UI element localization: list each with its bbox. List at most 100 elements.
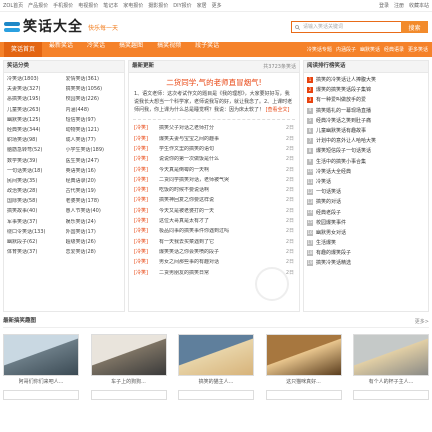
picture-thumb[interactable] [265,390,342,400]
nav-item-cold-jokes[interactable]: 冷笑话 [80,42,112,57]
category-link[interactable]: 古代笑话(19) [66,188,122,198]
list-item[interactable]: [冷笑] 吃饭的时候不要说话啊 2日 [129,185,299,195]
featured-joke-title[interactable]: 二货同学,气的老师直冒烟气! [129,78,299,87]
picture-thumb[interactable] [3,390,79,400]
category-link[interactable]: 体育笑话(37) [7,249,63,259]
ranking-item[interactable]: 8 爆笑短信段子一句话笑话 [304,146,428,156]
ranking-item[interactable]: 9 生活中的搞笑小事合集 [304,157,428,167]
picture-thumb[interactable] [3,334,79,376]
picture-card[interactable]: 有个人的杯子主人... [353,334,429,387]
picture-caption[interactable]: 车子上的狗狗... [91,379,167,387]
nav-item-latest[interactable]: 最新笑话 [42,42,80,57]
category-link[interactable]: 军事笑话(37) [7,219,63,229]
category-link[interactable]: 职场笑话(98) [7,137,63,147]
ranking-item[interactable]: 10 冷笑话大全经典 [304,167,428,177]
search-button[interactable]: 搜索 [401,21,428,33]
category-link[interactable]: 老婆笑话(178) [66,198,122,208]
list-item[interactable]: [冷笑] 这位大哥真是太有才了 2日 [129,216,299,226]
ranking-item[interactable]: 19 搞笑冷笑话精选 [304,258,428,268]
ranking-item[interactable]: 18 有趣的爆笑段子 [304,248,428,258]
picture-thumb[interactable] [178,334,254,376]
top-link[interactable]: 家电报价 [123,3,143,9]
category-link[interactable]: 经典笑话(344) [7,127,63,137]
nav-sub-link[interactable]: 幽默笑话 [360,47,380,53]
list-item[interactable]: [冷笑] 有一天我去买菜遇到了它 2日 [129,237,299,247]
top-link[interactable]: 电视报价 [78,3,98,9]
top-link[interactable]: 家居 [197,3,207,9]
ranking-item[interactable]: 7 计划中的意外让人哈哈大笑 [304,136,428,146]
ranking-item[interactable]: 17 生活爆笑 [304,238,428,248]
category-link[interactable]: 愚人节笑话(40) [66,208,122,218]
nav-sub-link[interactable]: 更多笑话 [408,47,428,53]
joke-title[interactable]: 爆笑笑话之你会笑喷的段子 [159,249,282,255]
joke-title[interactable]: 有一天我去买菜遇到了它 [159,239,282,245]
ranking-item[interactable]: 15 校园爆笑事件 [304,218,428,228]
category-link[interactable]: 搞笑笑话(1056) [66,86,122,96]
list-item[interactable]: [冷笑] 学生作文里的搞笑的语句 2日 [129,144,299,154]
joke-title[interactable]: 今天又是被老婆打的一天 [159,208,282,214]
category-link[interactable]: 爱情笑话(361) [66,76,122,86]
picture-card[interactable]: 搞笑的猫主人... [178,334,254,387]
picture-caption[interactable]: 搞笑的猫主人... [178,379,254,387]
top-link[interactable]: DIY报价 [173,3,191,9]
category-link[interactable]: 外国笑话(17) [66,229,122,239]
ranking-item[interactable]: 13 搞笑的对话 [304,197,428,207]
list-item[interactable]: [冷笑] 说说你的第一次做饭是什么 2日 [129,154,299,164]
ranking-item[interactable]: 1 搞笑的冷笑话让人捧腹大笑 [304,75,428,85]
joke-title[interactable]: 学生作文里的搞笑的语句 [159,146,282,152]
category-link[interactable]: 短信笑话(97) [66,117,122,127]
joke-title[interactable]: 吃饭的时候不要说话啊 [159,187,282,193]
ranking-item[interactable]: 12 一句话笑话 [304,187,428,197]
category-link[interactable]: 冷笑话(1803) [7,76,63,86]
joke-title[interactable]: 搞笑神回复之你要这样说 [159,197,282,203]
picture-thumb[interactable] [178,390,254,400]
category-link[interactable]: 国际笑话(58) [7,198,63,208]
nav-sub-link[interactable]: 经典语录 [384,47,404,53]
category-link[interactable]: 幽默段子(62) [7,239,63,249]
funny-pictures-more-link[interactable]: 更多> [415,319,429,325]
joke-title[interactable]: 说说你的第一次做饭是什么 [159,156,282,162]
top-link[interactable]: 产品报价 [28,3,48,9]
category-link[interactable]: 一句话笑话(18) [7,168,63,178]
category-link[interactable]: 恶搞笑话(195) [7,96,63,106]
register-link[interactable]: 注册 [394,3,404,9]
list-item[interactable]: [冷笑] 今天又是被老婆打的一天 2日 [129,206,299,216]
top-link[interactable]: 手机报价 [53,3,73,9]
joke-title[interactable]: 这位大哥真是太有才了 [159,218,282,224]
top-link[interactable]: 更多 [212,3,222,9]
list-item[interactable]: [冷笑] 极品同事的搞笑事件你遇到过吗 2日 [129,226,299,236]
list-item[interactable]: [冷笑] 爆笑夫妻与宝宝之间的趣事 2日 [129,134,299,144]
picture-card[interactable]: 这只猫咪真好... [265,334,342,387]
nav-item-duanzi[interactable]: 段子笑话 [188,42,226,57]
joke-title[interactable]: 搞笑父子对话之老师打分 [159,125,282,131]
category-link[interactable]: 小学生笑话(189) [66,147,122,157]
category-link[interactable]: 幽默笑话(125) [7,117,63,127]
ranking-item[interactable]: 3 有一种爱叫做放手的爱 [304,95,428,105]
ranking-item[interactable]: 11 冷笑话 [304,177,428,187]
ranking-item[interactable]: 14 经典老段子 [304,207,428,217]
nav-item-home[interactable]: 笑话首页 [4,41,43,58]
category-link[interactable]: 经典语录(20) [66,178,122,188]
joke-title[interactable]: 极品同事的搞笑事件你遇到过吗 [159,228,282,234]
bookmark-link[interactable]: 收藏本站 [409,3,429,9]
category-link[interactable]: 内涵(448) [66,107,122,117]
site-logo[interactable]: 笑话大全 快乐每一天 [4,19,118,36]
picture-thumb[interactable] [353,390,429,400]
category-link[interactable]: 娱乐笑话(24) [66,219,122,229]
nav-item-funny-pics[interactable]: 搞笑趣图 [112,42,150,57]
category-link[interactable]: 夫妻笑话(327) [7,86,63,96]
joke-title[interactable]: 男女之间那些事的有趣对话 [159,259,282,265]
picture-thumb[interactable] [265,334,342,376]
list-item[interactable]: [冷笑] 爆笑笑话之你会笑喷的段子 2日 [129,247,299,257]
joke-title[interactable]: 今天真是倒霉的一天啊 [159,167,282,173]
picture-thumb[interactable] [353,334,429,376]
ranking-item[interactable]: 6 儿童幽默笑话有趣故事 [304,126,428,136]
category-link[interactable]: 政治笑话(28) [7,188,63,198]
category-link[interactable]: 英语笑话(16) [66,168,122,178]
category-link[interactable]: 搞笑故事(40) [7,208,63,218]
nav-sub-link[interactable]: 冷笑话专题 [307,47,332,53]
category-link[interactable]: 脑筋急转弯(52) [7,147,63,157]
joke-title[interactable]: 二货同学搞笑对话，老师被气哭 [159,177,282,183]
category-link[interactable]: 校园笑话(226) [66,96,122,106]
category-link[interactable]: 动物笑话(121) [66,127,122,137]
